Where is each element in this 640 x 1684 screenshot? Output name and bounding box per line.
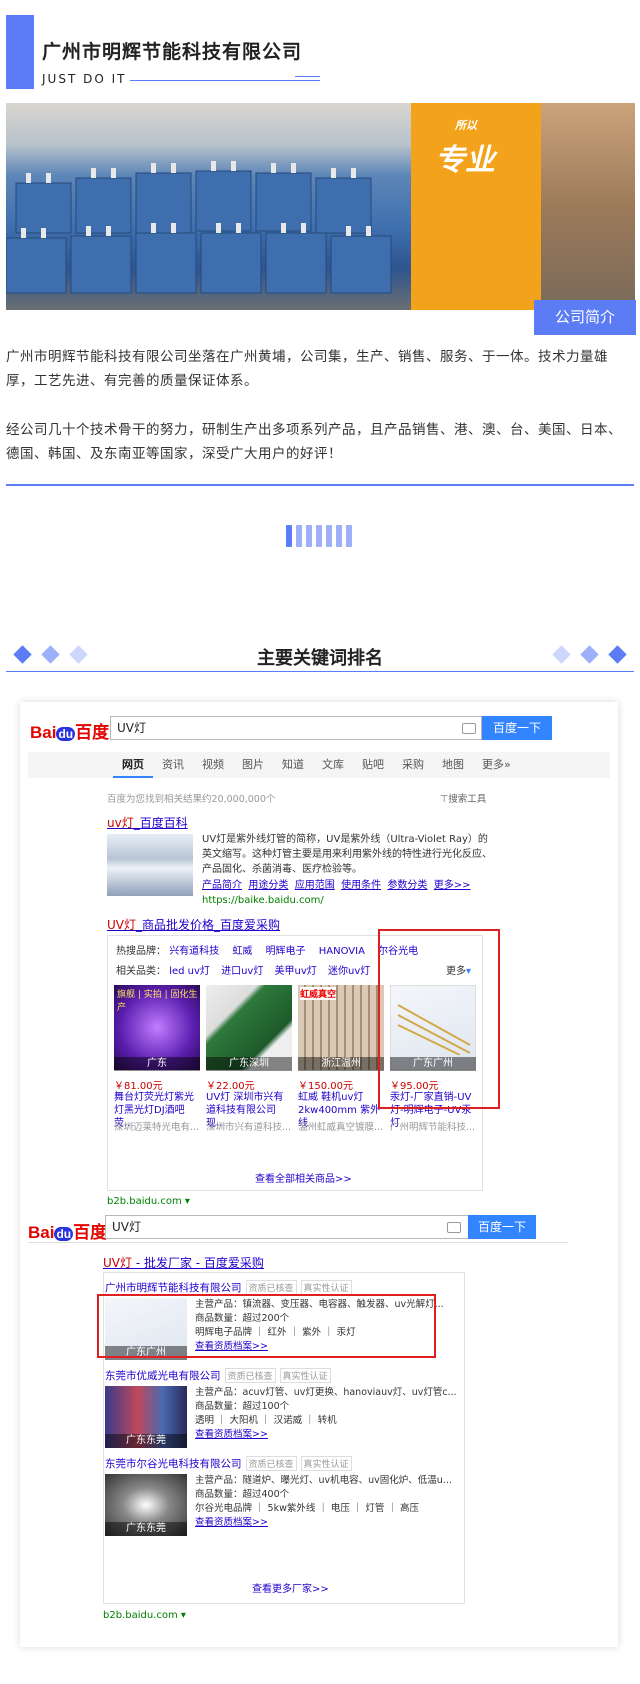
tab-map[interactable]: 地图 bbox=[433, 752, 473, 778]
company-intro-tag: 公司简介 bbox=[534, 300, 636, 335]
slogan: JUST DO IT bbox=[42, 72, 127, 86]
company-name: 广州市明辉节能科技有限公司 bbox=[42, 41, 303, 63]
result-supplier-title[interactable]: UV灯 - 批发厂家 - 百度爱采购 bbox=[103, 1254, 264, 1271]
page-header: 广州市明辉节能科技有限公司 JUST DO IT bbox=[0, 0, 640, 95]
section-divider bbox=[6, 484, 634, 486]
banner-text-small-1: 因为 bbox=[455, 42, 477, 55]
capacitor-factory-photo bbox=[6, 103, 411, 310]
slogan-divider-short bbox=[295, 76, 320, 77]
baidu-logo[interactable]: Bai du 百度 bbox=[30, 718, 109, 743]
result-baike-title[interactable]: uv灯_百度百科 bbox=[107, 814, 188, 831]
product-card[interactable]: 虹威真空 浙江温州 ￥150.00元 虹威 鞋机uv灯 2kw400mm 紫外线… bbox=[298, 985, 384, 1135]
company-banner bbox=[6, 103, 635, 310]
divider bbox=[28, 1242, 568, 1243]
view-all-products[interactable]: 查看全部相关商品>> bbox=[255, 1172, 352, 1187]
search-input[interactable]: UV灯 bbox=[105, 1215, 475, 1239]
camera-icon[interactable] bbox=[462, 723, 476, 734]
b2b-url: b2b.baidu.com ▾ bbox=[107, 1196, 190, 1207]
loading-indicator bbox=[286, 525, 352, 547]
result-b2b-title[interactable]: UV灯_商品批发价格_百度爱采购 bbox=[107, 916, 280, 933]
view-more-suppliers[interactable]: 查看更多厂家>> bbox=[252, 1582, 329, 1597]
intro-paragraph-2: 经公司几十个技术骨干的努力，研制生产出多项系列产品，且产品销售、港、澳、台、美国… bbox=[6, 422, 622, 462]
tab-web[interactable]: 网页 bbox=[113, 752, 153, 778]
section-underline bbox=[6, 671, 634, 672]
tab-wenku[interactable]: 文库 bbox=[313, 752, 353, 778]
uv-lamp-image[interactable] bbox=[107, 834, 193, 896]
tab-video[interactable]: 视频 bbox=[193, 752, 233, 778]
baidu-search-screenshot: Bai du 百度 UV灯 百度一下 网页 资讯 视频 图片 知道 文库 贴吧 采购… bbox=[20, 702, 618, 1647]
tab-more[interactable]: 更多» bbox=[473, 752, 520, 778]
product-card[interactable]: 旗舰 | 实拍 | 固化生产 广东 ￥81.00元 舞台灯荧光灯紫光灯黑光灯DJ… bbox=[114, 985, 200, 1135]
banner-text-small-2: 所以 bbox=[455, 119, 477, 132]
tab-images[interactable]: 图片 bbox=[233, 752, 273, 778]
b2b-url: b2b.baidu.com ▾ bbox=[103, 1610, 186, 1621]
section-title: 主要关键词排名 bbox=[257, 648, 383, 669]
slogan-divider bbox=[130, 80, 320, 81]
highlight-box bbox=[378, 929, 500, 1109]
warehouse-photo bbox=[541, 103, 635, 310]
highlight-box bbox=[97, 1294, 436, 1358]
intro-paragraph-1: 广州市明辉节能科技有限公司坐落在广州黄埔，公司集，生产、销售、服务、于一体。技术… bbox=[6, 349, 608, 389]
accent-bar bbox=[6, 15, 34, 89]
supplier-item[interactable]: 东莞市尔谷光电科技有限公司 资质已核查 真实性认证 广东东莞 主营产品：隧道炉、曝光… bbox=[105, 1456, 465, 1546]
keyword-ranking-header: 主要关键词排名 bbox=[0, 640, 640, 672]
search-input[interactable]: UV灯 bbox=[110, 716, 482, 740]
search-tabs: 网页 资讯 视频 图片 知道 文库 贴吧 采购 地图 更多» bbox=[28, 752, 610, 778]
camera-icon[interactable] bbox=[447, 1222, 461, 1233]
search-button[interactable]: 百度一下 bbox=[468, 1215, 536, 1239]
supplier-item[interactable]: 东莞市优威光电有限公司 资质已核查 真实性认证 广东东莞 主营产品：acuv灯管、u… bbox=[105, 1368, 465, 1458]
result-baike-links: 产品简介 用途分类 应用范围 使用条件 参数分类 更多>> bbox=[202, 880, 471, 891]
tab-news[interactable]: 资讯 bbox=[153, 752, 193, 778]
product-card[interactable]: 广东深圳 ￥22.00元 UV灯 深圳市兴有道科技有限公司现... 深圳市兴有道… bbox=[206, 985, 292, 1135]
search-tools[interactable]: ⊤搜索工具 bbox=[440, 791, 486, 805]
result-baike-url: https://baike.baidu.com/ bbox=[202, 895, 324, 906]
tab-purchase[interactable]: 采购 bbox=[393, 752, 433, 778]
baidu-logo[interactable]: Bai du 百度 bbox=[28, 1218, 107, 1243]
banner-text-big-2: 专业 bbox=[435, 143, 495, 178]
tab-zhidao[interactable]: 知道 bbox=[273, 752, 313, 778]
search-button[interactable]: 百度一下 bbox=[482, 716, 552, 740]
tab-tieba[interactable]: 贴吧 bbox=[353, 752, 393, 778]
result-baike-description: UV灯是紫外线灯管的简称，UV是紫外线（Ultra-Violet Ray）的英文… bbox=[202, 834, 492, 875]
banner-text-big-1: 专注 bbox=[435, 68, 495, 103]
result-count: 百度为您找到相关结果约20,000,000个 bbox=[107, 794, 276, 805]
